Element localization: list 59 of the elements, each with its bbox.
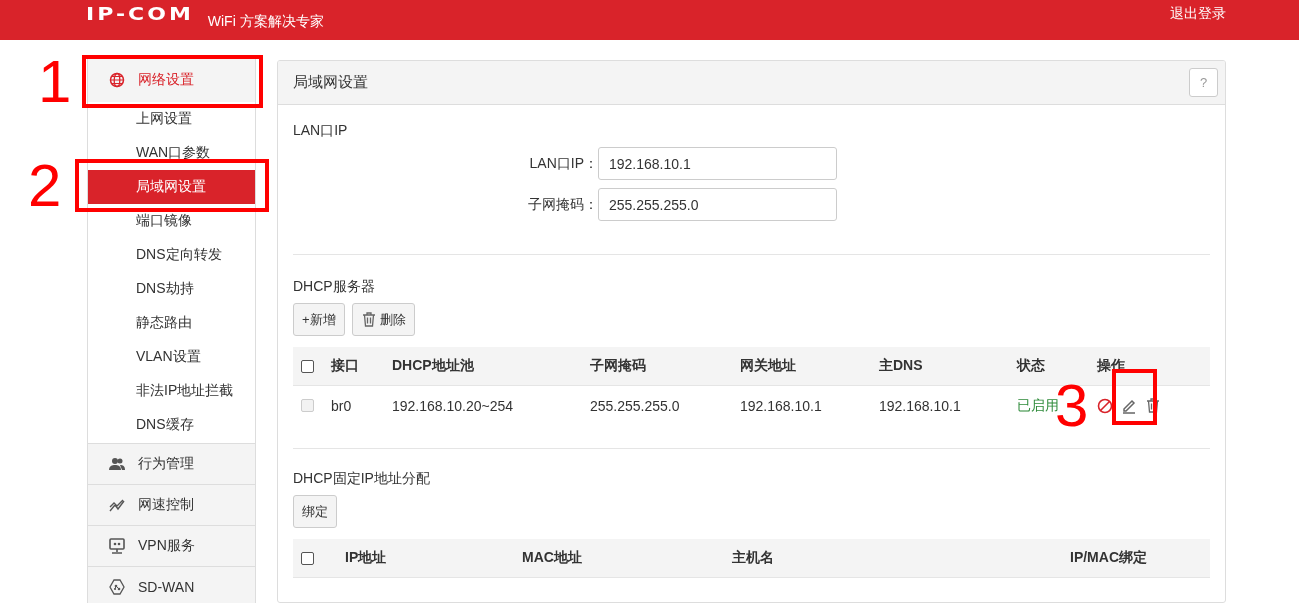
text-field[interactable]: 255.255.255.0: [598, 188, 837, 221]
people-icon: [109, 456, 125, 472]
checkbox[interactable]: [301, 359, 314, 373]
section-title: LAN口IP: [293, 122, 349, 140]
column-header: IP地址: [345, 549, 388, 567]
nav-item[interactable]: 上网设置: [88, 102, 255, 136]
checkbox[interactable]: [301, 551, 314, 565]
nav-group-item[interactable]: 网速控制: [88, 484, 255, 525]
column-header: IP/MAC绑定: [1070, 549, 1148, 567]
column-header: 主机名: [732, 549, 775, 567]
column-header: 网关地址: [740, 357, 797, 375]
nav-item[interactable]: VLAN设置: [88, 340, 255, 374]
block-icon[interactable]: [1097, 397, 1113, 414]
globe-icon: [109, 72, 125, 88]
hexagon-network-icon: [109, 579, 125, 595]
nav-item[interactable]: 局域网设置: [88, 170, 255, 204]
nav-item[interactable]: 端口镜像: [88, 204, 255, 238]
nav-item[interactable]: 非法IP地址拦截: [88, 374, 255, 408]
panel-title: 局域网设置: [293, 73, 368, 92]
nav-group-item[interactable]: VPN服务: [88, 525, 255, 566]
line-chart-icon: [109, 497, 125, 513]
monitor-icon: [109, 538, 125, 554]
highlight-frame: [1112, 369, 1157, 425]
field-label: LAN口IP：: [528, 154, 598, 173]
table-cell-text: 192.168.10.1: [740, 397, 823, 414]
nav-item[interactable]: DNS定向转发: [88, 238, 255, 272]
table-cell-text: 192.168.10.20~254: [392, 397, 515, 414]
pencil-icon[interactable]: [1121, 397, 1137, 414]
column-header: DHCP地址池: [392, 357, 475, 375]
table-cell-text: br0: [331, 397, 353, 414]
delete-button[interactable]: 删除: [351, 303, 415, 336]
text-field[interactable]: 192.168.10.1: [598, 147, 837, 180]
step-number: 2: [28, 156, 62, 216]
section-title: DHCP固定IP地址分配: [293, 470, 431, 488]
logo: IP-COM: [86, 3, 194, 23]
logout-link[interactable]: 退出登录: [1170, 5, 1226, 23]
column-header: 状态: [1017, 357, 1046, 375]
tagline: WiFi 方案解决专家: [207, 13, 324, 31]
column-header: 子网掩码: [590, 357, 647, 375]
trash-icon[interactable]: [1145, 397, 1161, 414]
status-text: 已启用: [1017, 396, 1059, 413]
table-cell-text: 255.255.255.0: [590, 397, 681, 414]
column-header: 接口: [331, 357, 360, 375]
nav-item[interactable]: WAN口参数: [88, 136, 255, 170]
nav-item[interactable]: 静态路由: [88, 306, 255, 340]
column-header: 主DNS: [879, 357, 924, 375]
column-header: MAC地址: [522, 549, 583, 567]
action-button[interactable]: +新增: [293, 303, 345, 336]
nav-group-item[interactable]: 行为管理: [88, 443, 255, 484]
section-title: DHCP服务器: [293, 278, 376, 296]
nav-group-item[interactable]: 网络设置: [88, 57, 255, 102]
trash-icon: [360, 311, 377, 328]
nav-item[interactable]: DNS劫持: [88, 272, 255, 306]
step-number: 1: [38, 52, 72, 112]
nav-item[interactable]: DNS缓存: [88, 408, 255, 442]
action-button[interactable]: 绑定: [293, 495, 337, 528]
nav-group-item[interactable]: SD-WAN: [88, 566, 255, 603]
table-cell-text: 192.168.10.1: [879, 397, 962, 414]
field-label: 子网掩码：: [527, 195, 598, 214]
